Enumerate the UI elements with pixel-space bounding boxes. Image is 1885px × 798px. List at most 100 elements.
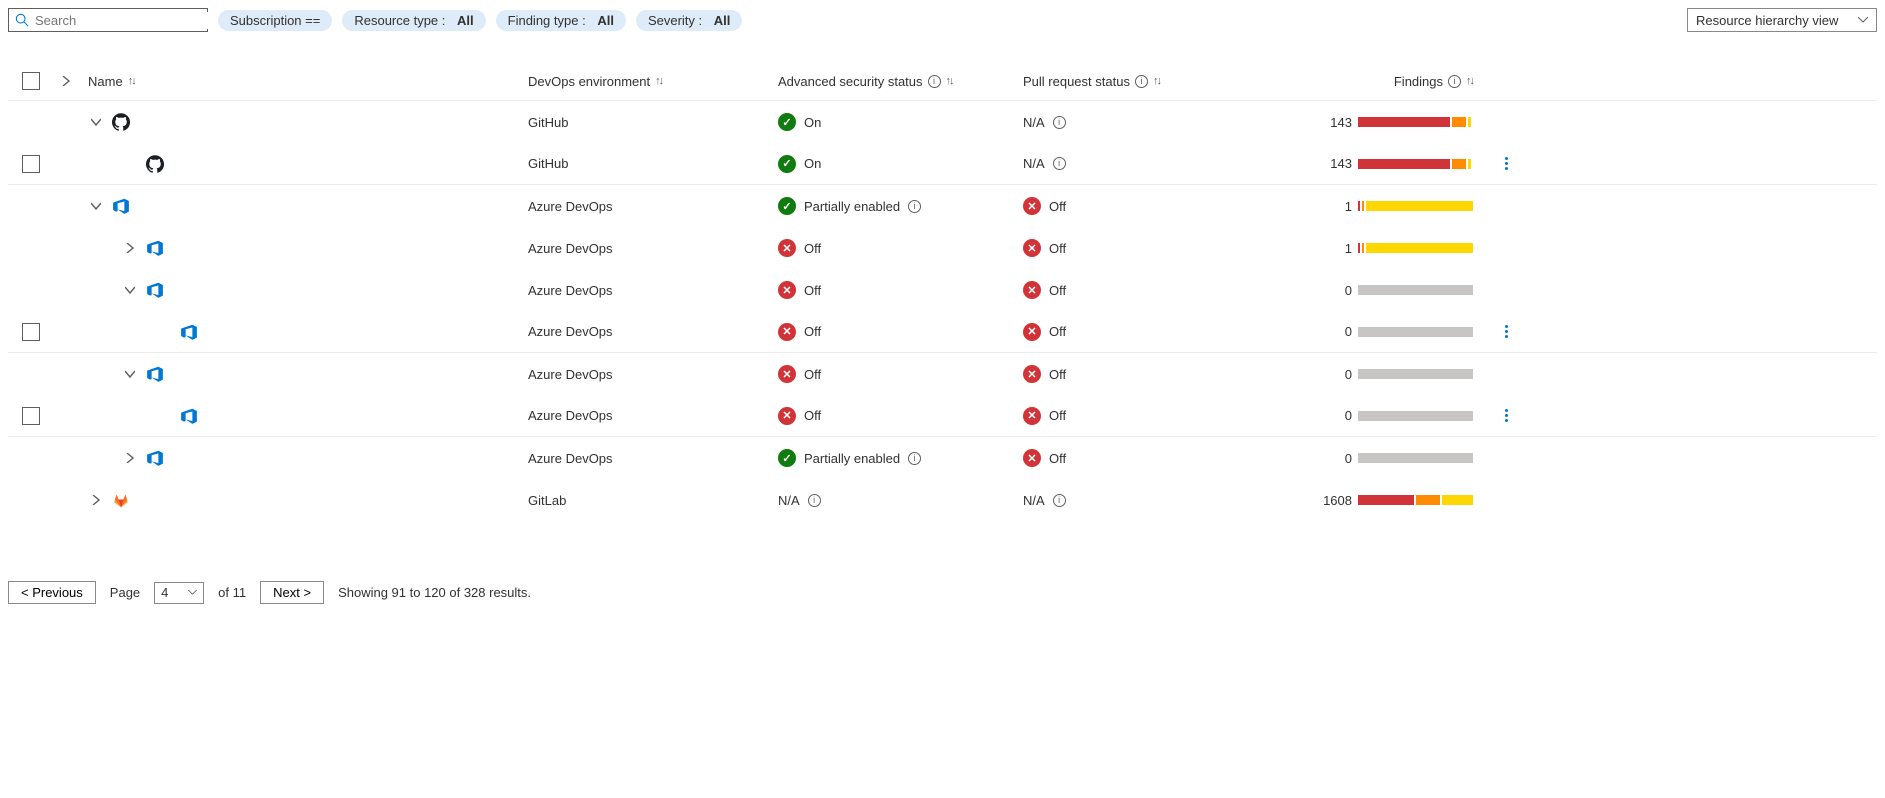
column-pr-status[interactable]: Pull request statusi↑↓ <box>1023 74 1273 89</box>
table-row[interactable]: Azure DevOps✕Off✕Off1 <box>8 227 1877 269</box>
expand-toggle[interactable] <box>122 240 138 256</box>
devops-env-cell: Azure DevOps <box>528 241 778 256</box>
pr-status-cell: ✕Off <box>1023 407 1273 425</box>
x-badge-icon: ✕ <box>778 281 796 299</box>
findings-cell: 143 <box>1273 115 1473 130</box>
devops-env-cell: Azure DevOps <box>528 283 778 298</box>
ado-icon <box>146 239 164 257</box>
page-select[interactable]: 4 <box>154 582 204 604</box>
x-badge-icon: ✕ <box>1023 197 1041 215</box>
sort-icon: ↑↓ <box>1466 75 1473 87</box>
findings-bar <box>1358 327 1473 337</box>
findings-bar <box>1358 117 1473 127</box>
table-row[interactable]: Azure DevOps✓Partially enabled i✕Off0 <box>8 437 1877 479</box>
search-icon <box>15 13 29 27</box>
findings-bar <box>1358 495 1473 505</box>
adv-security-cell: ✓On <box>778 113 1023 131</box>
table-row[interactable]: GitHub✓OnN/A i143 <box>8 101 1877 143</box>
github-icon <box>146 155 164 173</box>
pr-status-cell: N/A i <box>1023 115 1273 130</box>
search-input[interactable] <box>29 12 213 29</box>
check-badge-icon: ✓ <box>778 113 796 131</box>
x-badge-icon: ✕ <box>1023 323 1041 341</box>
pr-status-cell: ✕Off <box>1023 449 1273 467</box>
row-checkbox[interactable] <box>22 155 40 173</box>
results-table: Name↑↓ DevOps environment↑↓ Advanced sec… <box>8 62 1877 521</box>
expand-all-toggle[interactable] <box>58 73 74 89</box>
table-row[interactable]: Azure DevOps✓Partially enabled i✕Off1 <box>8 185 1877 227</box>
devops-env-cell: GitHub <box>528 156 778 171</box>
adv-security-cell: ✕Off <box>778 365 1023 383</box>
row-checkbox[interactable] <box>22 407 40 425</box>
expand-toggle[interactable] <box>122 282 138 298</box>
row-checkbox[interactable] <box>22 323 40 341</box>
row-menu-icon[interactable] <box>1499 409 1513 422</box>
findings-cell: 0 <box>1273 408 1473 423</box>
info-icon[interactable]: i <box>928 75 941 88</box>
column-name[interactable]: Name↑↓ <box>88 74 528 89</box>
x-badge-icon: ✕ <box>1023 365 1041 383</box>
chevron-down-icon <box>188 590 197 595</box>
next-button[interactable]: Next > <box>260 581 324 604</box>
table-row[interactable]: GitHub✓OnN/A i143 <box>8 143 1877 185</box>
info-icon[interactable]: i <box>1053 157 1066 170</box>
check-badge-icon: ✓ <box>778 449 796 467</box>
info-icon[interactable]: i <box>1053 494 1066 507</box>
ado-icon <box>180 323 198 341</box>
x-badge-icon: ✕ <box>1023 407 1041 425</box>
findings-bar <box>1358 285 1473 295</box>
page-label: Page <box>110 585 140 600</box>
sort-icon: ↑↓ <box>128 75 135 87</box>
column-adv-security[interactable]: Advanced security statusi↑↓ <box>778 74 1023 89</box>
ado-icon <box>146 365 164 383</box>
info-icon[interactable]: i <box>908 200 921 213</box>
ado-icon <box>180 407 198 425</box>
table-row[interactable]: GitLabN/A iN/A i1608 <box>8 479 1877 521</box>
expand-toggle[interactable] <box>88 114 104 130</box>
view-selector[interactable]: Resource hierarchy view <box>1687 8 1877 32</box>
findings-bar <box>1358 243 1473 253</box>
ado-icon <box>146 281 164 299</box>
pr-status-cell: ✕Off <box>1023 365 1273 383</box>
table-row[interactable]: Azure DevOps✕Off✕Off0 <box>8 269 1877 311</box>
pr-status-cell: ✕Off <box>1023 323 1273 341</box>
expand-toggle[interactable] <box>122 366 138 382</box>
row-menu-icon[interactable] <box>1499 325 1513 338</box>
x-badge-icon: ✕ <box>1023 449 1041 467</box>
filter-finding-type[interactable]: Finding type : All <box>496 10 626 31</box>
table-row[interactable]: Azure DevOps✕Off✕Off0 <box>8 395 1877 437</box>
findings-bar <box>1358 201 1473 211</box>
filter-severity[interactable]: Severity : All <box>636 10 742 31</box>
expand-toggle[interactable] <box>88 198 104 214</box>
info-icon[interactable]: i <box>808 494 821 507</box>
column-findings[interactable]: Findingsi↑↓ <box>1273 74 1473 89</box>
findings-cell: 1608 <box>1273 493 1473 508</box>
filter-subscription[interactable]: Subscription == <box>218 10 332 31</box>
expand-toggle[interactable] <box>122 450 138 466</box>
x-badge-icon: ✕ <box>1023 239 1041 257</box>
pr-status-cell: N/A i <box>1023 156 1273 171</box>
adv-security-cell: ✕Off <box>778 407 1023 425</box>
devops-env-cell: Azure DevOps <box>528 367 778 382</box>
devops-env-cell: GitHub <box>528 115 778 130</box>
adv-security-cell: ✓Partially enabled i <box>778 197 1023 215</box>
info-icon[interactable]: i <box>908 452 921 465</box>
pagination-footer: < Previous Page 4 of 11 Next > Showing 9… <box>8 581 1877 604</box>
x-badge-icon: ✕ <box>778 407 796 425</box>
row-menu-icon[interactable] <box>1499 157 1513 170</box>
table-header: Name↑↓ DevOps environment↑↓ Advanced sec… <box>8 62 1877 101</box>
info-icon[interactable]: i <box>1448 75 1461 88</box>
expand-toggle[interactable] <box>88 492 104 508</box>
sort-icon: ↑↓ <box>946 75 953 87</box>
select-all-checkbox[interactable] <box>22 72 40 90</box>
search-input-container[interactable] <box>8 8 208 32</box>
previous-button[interactable]: < Previous <box>8 581 96 604</box>
sort-icon: ↑↓ <box>655 75 662 87</box>
info-icon[interactable]: i <box>1135 75 1148 88</box>
findings-cell: 1 <box>1273 241 1473 256</box>
table-row[interactable]: Azure DevOps✕Off✕Off0 <box>8 353 1877 395</box>
info-icon[interactable]: i <box>1053 116 1066 129</box>
filter-resource-type[interactable]: Resource type : All <box>342 10 485 31</box>
table-row[interactable]: Azure DevOps✕Off✕Off0 <box>8 311 1877 353</box>
column-devops-env[interactable]: DevOps environment↑↓ <box>528 74 778 89</box>
